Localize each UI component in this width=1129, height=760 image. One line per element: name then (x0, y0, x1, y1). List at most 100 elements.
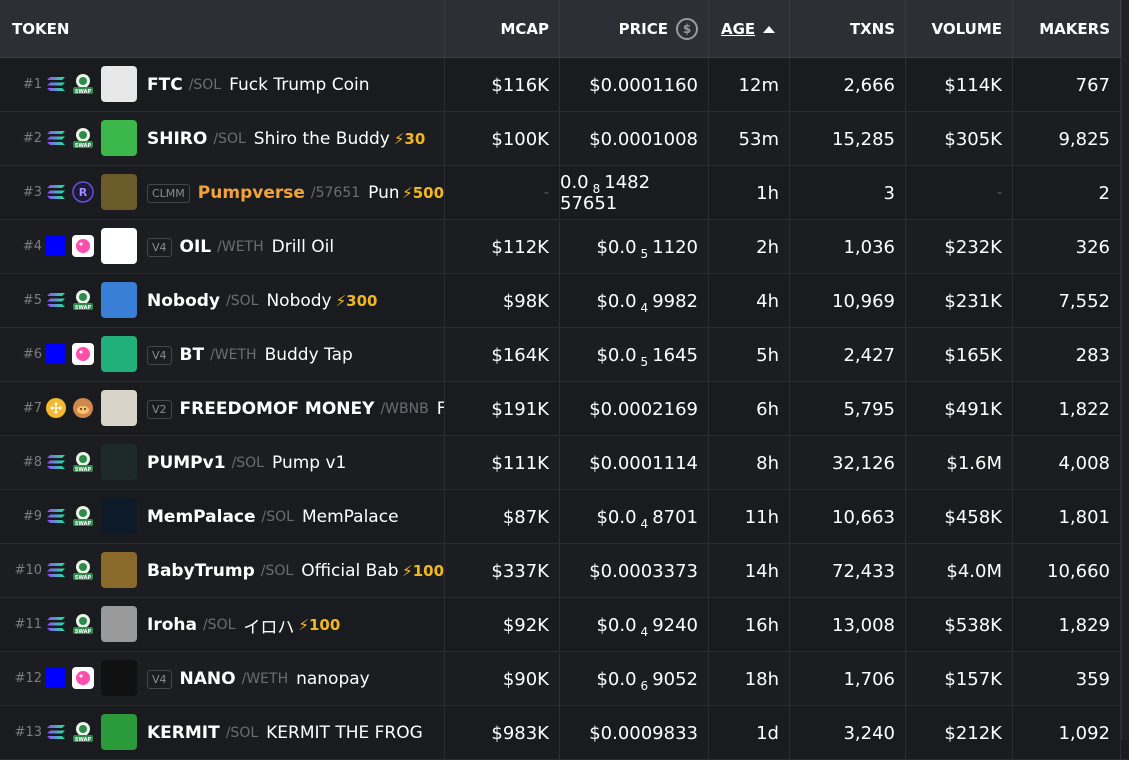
mcap-cell: $92K (445, 598, 560, 652)
token-cell[interactable]: #10 SWAP BabyTrump /SOL Official Bab ⚡10… (0, 544, 445, 598)
token-cell[interactable]: #11 SWAP Iroha /SOL イロハ ⚡100 (0, 598, 445, 652)
token-cell[interactable]: #13 SWAP KERMIT /SOL KERMIT THE FROG (0, 706, 445, 760)
token-info: V2 FREEDOMOF MONEY /WBNB Fre (147, 382, 444, 436)
token-logo (101, 606, 137, 642)
table-row[interactable]: #12 V4 NANO /WETH nanopay $90K $0.0 6 9052… (0, 652, 1129, 706)
header-volume[interactable]: VOLUME (906, 0, 1013, 58)
price-prefix: $0.0 (596, 290, 637, 312)
token-cell[interactable]: #6 V4 BT /WETH Buddy Tap (0, 328, 445, 382)
raydium-icon: R (72, 181, 94, 203)
table-row[interactable]: #2 SWAP SHIRO /SOL Shiro the Buddy ⚡30 $… (0, 112, 1129, 166)
token-symbol: PUMPv1 (147, 453, 226, 473)
table-row[interactable]: #4 V4 OIL /WETH Drill Oil $112K $0.0 5 112… (0, 220, 1129, 274)
token-table: TOKEN MCAP PRICE $ AGE TXNS VOLUME MAKER… (0, 0, 1129, 760)
txns-value: 13,008 (832, 614, 895, 636)
rank-label: #4 (22, 239, 42, 254)
solana-icon (46, 290, 66, 310)
dollar-toggle-icon[interactable]: $ (676, 18, 698, 40)
rank-label: #10 (14, 563, 42, 578)
token-logo (101, 120, 137, 156)
token-cell[interactable]: #1 SWAP FTC /SOL Fuck Trump Coin (0, 58, 445, 112)
price-value: $0.0009833 (589, 722, 698, 744)
price-cell: $0.0 5 1645 (560, 328, 709, 382)
makers-cell: 283 (1013, 328, 1121, 382)
rank-label: #5 (22, 293, 42, 308)
header-price-label: PRICE (618, 20, 668, 38)
header-age[interactable]: AGE (709, 0, 790, 58)
price-cell: $0.0 4 9240 (560, 598, 709, 652)
token-cell[interactable]: #9 SWAP MemPalace /SOL MemPalace (0, 490, 445, 544)
makers-cell: 2 (1013, 166, 1121, 220)
token-info: FTC /SOL Fuck Trump Coin (147, 58, 444, 112)
table-row[interactable]: #3 R CLMM Pumpverse /57651 Pum ⚡500 - 0.… (0, 166, 1129, 220)
makers-value: 1,092 (1058, 722, 1110, 744)
age-cell: 8h (709, 436, 790, 490)
table-row[interactable]: #7 V2 FREEDOMOF MONEY /WBNB Fre $191K $0… (0, 382, 1129, 436)
token-symbol: FREEDOMOF MONEY (179, 399, 375, 419)
boost-badge: ⚡30 (393, 130, 426, 148)
table-row[interactable]: #11 SWAP Iroha /SOL イロハ ⚡100 $92K $0.0 4 9… (0, 598, 1129, 652)
header-mcap[interactable]: MCAP (445, 0, 560, 58)
price-cell: $0.0001160 (560, 58, 709, 112)
header-token[interactable]: TOKEN (0, 0, 445, 58)
table-row[interactable]: #6 V4 BT /WETH Buddy Tap $164K $0.0 5 1645… (0, 328, 1129, 382)
header-txns[interactable]: TXNS (790, 0, 906, 58)
solana-icon (46, 182, 66, 202)
token-info: Nobody /SOL Nobody ⚡300 (147, 274, 444, 328)
table-row[interactable]: #13 SWAP KERMIT /SOL KERMIT THE FROG $98… (0, 706, 1129, 760)
txns-cell: 1,036 (790, 220, 906, 274)
token-cell[interactable]: #3 R CLMM Pumpverse /57651 Pum ⚡500 (0, 166, 445, 220)
price-cell: $0.0001008 (560, 112, 709, 166)
swap-icon: SWAP (72, 613, 94, 635)
price-suffix: 9982 (652, 290, 698, 312)
header-makers[interactable]: MAKERS (1013, 0, 1121, 58)
makers-cell: 9,825 (1013, 112, 1121, 166)
price-zero-count: 5 (640, 246, 649, 261)
uniswap-icon (72, 667, 94, 689)
age-value: 16h (744, 614, 779, 636)
age-cell: 53m (709, 112, 790, 166)
svg-text:SWAP: SWAP (75, 575, 92, 581)
table-row[interactable]: #5 SWAP Nobody /SOL Nobody ⚡300 $98K $0.… (0, 274, 1129, 328)
age-value: 6h (756, 398, 779, 420)
mcap-cell: $191K (445, 382, 560, 436)
token-cell[interactable]: #5 SWAP Nobody /SOL Nobody ⚡300 (0, 274, 445, 328)
age-value: 4h (756, 290, 779, 312)
token-name: Shiro the Buddy (253, 129, 390, 149)
table-row[interactable]: #10 SWAP BabyTrump /SOL Official Bab ⚡10… (0, 544, 1129, 598)
mcap-cell: $116K (445, 58, 560, 112)
table-header: TOKEN MCAP PRICE $ AGE TXNS VOLUME MAKER… (0, 0, 1129, 58)
volume-cell: $232K (906, 220, 1013, 274)
mcap-cell: $100K (445, 112, 560, 166)
volume-value: $491K (944, 398, 1002, 420)
pool-version-badge: V2 (147, 399, 172, 419)
makers-value: 326 (1075, 236, 1110, 258)
header-price[interactable]: PRICE $ (560, 0, 709, 58)
volume-cell: $114K (906, 58, 1013, 112)
scrollbar[interactable] (1121, 0, 1129, 740)
token-info: SHIRO /SOL Shiro the Buddy ⚡30 (147, 112, 444, 166)
token-cell[interactable]: #7 V2 FREEDOMOF MONEY /WBNB Fre (0, 382, 445, 436)
age-cell: 4h (709, 274, 790, 328)
token-name: Official Bab (301, 561, 399, 581)
quote-pair: /WBNB (380, 401, 429, 417)
price-zero-count: 4 (640, 516, 649, 531)
token-cell[interactable]: #8 SWAP PUMPv1 /SOL Pump v1 (0, 436, 445, 490)
makers-value: 1,801 (1058, 506, 1110, 528)
token-cell[interactable]: #2 SWAP SHIRO /SOL Shiro the Buddy ⚡30 (0, 112, 445, 166)
mcap-cell: $90K (445, 652, 560, 706)
token-cell[interactable]: #4 V4 OIL /WETH Drill Oil (0, 220, 445, 274)
table-row[interactable]: #9 SWAP MemPalace /SOL MemPalace $87K $0… (0, 490, 1129, 544)
txns-cell: 1,706 (790, 652, 906, 706)
mcap-value: $337K (491, 560, 549, 582)
boost-badge: ⚡300 (335, 292, 378, 310)
table-row[interactable]: #8 SWAP PUMPv1 /SOL Pump v1 $111K $0.000… (0, 436, 1129, 490)
token-cell[interactable]: #12 V4 NANO /WETH nanopay (0, 652, 445, 706)
table-row[interactable]: #1 SWAP FTC /SOL Fuck Trump Coin $116K $… (0, 58, 1129, 112)
price-prefix: $0.0 (596, 236, 637, 258)
quote-pair: /SOL (188, 77, 222, 93)
svg-text:SWAP: SWAP (75, 521, 92, 527)
quote-pair: /SOL (260, 563, 294, 579)
price-suffix: 9240 (652, 614, 698, 636)
mcap-cell: $164K (445, 328, 560, 382)
